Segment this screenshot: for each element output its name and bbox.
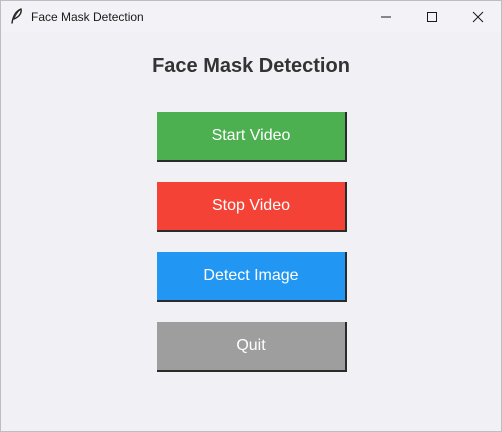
detect-image-button[interactable]: Detect Image xyxy=(157,252,347,302)
feather-icon xyxy=(11,8,22,24)
start-video-button[interactable]: Start Video xyxy=(157,112,347,162)
close-button[interactable] xyxy=(455,1,501,32)
close-icon xyxy=(472,11,484,22)
maximize-button[interactable] xyxy=(409,1,455,32)
page-title: Face Mask Detection xyxy=(152,55,350,77)
window-title: Face Mask Detection xyxy=(31,10,144,24)
quit-button[interactable]: Quit xyxy=(157,322,347,372)
app-window: Face Mask Detection Face Mask Detection … xyxy=(0,0,502,432)
minimize-button[interactable] xyxy=(363,1,409,32)
maximize-icon xyxy=(427,11,437,22)
title-bar[interactable]: Face Mask Detection xyxy=(1,1,501,32)
stop-video-button[interactable]: Stop Video xyxy=(157,182,347,232)
minimize-icon xyxy=(381,16,391,17)
